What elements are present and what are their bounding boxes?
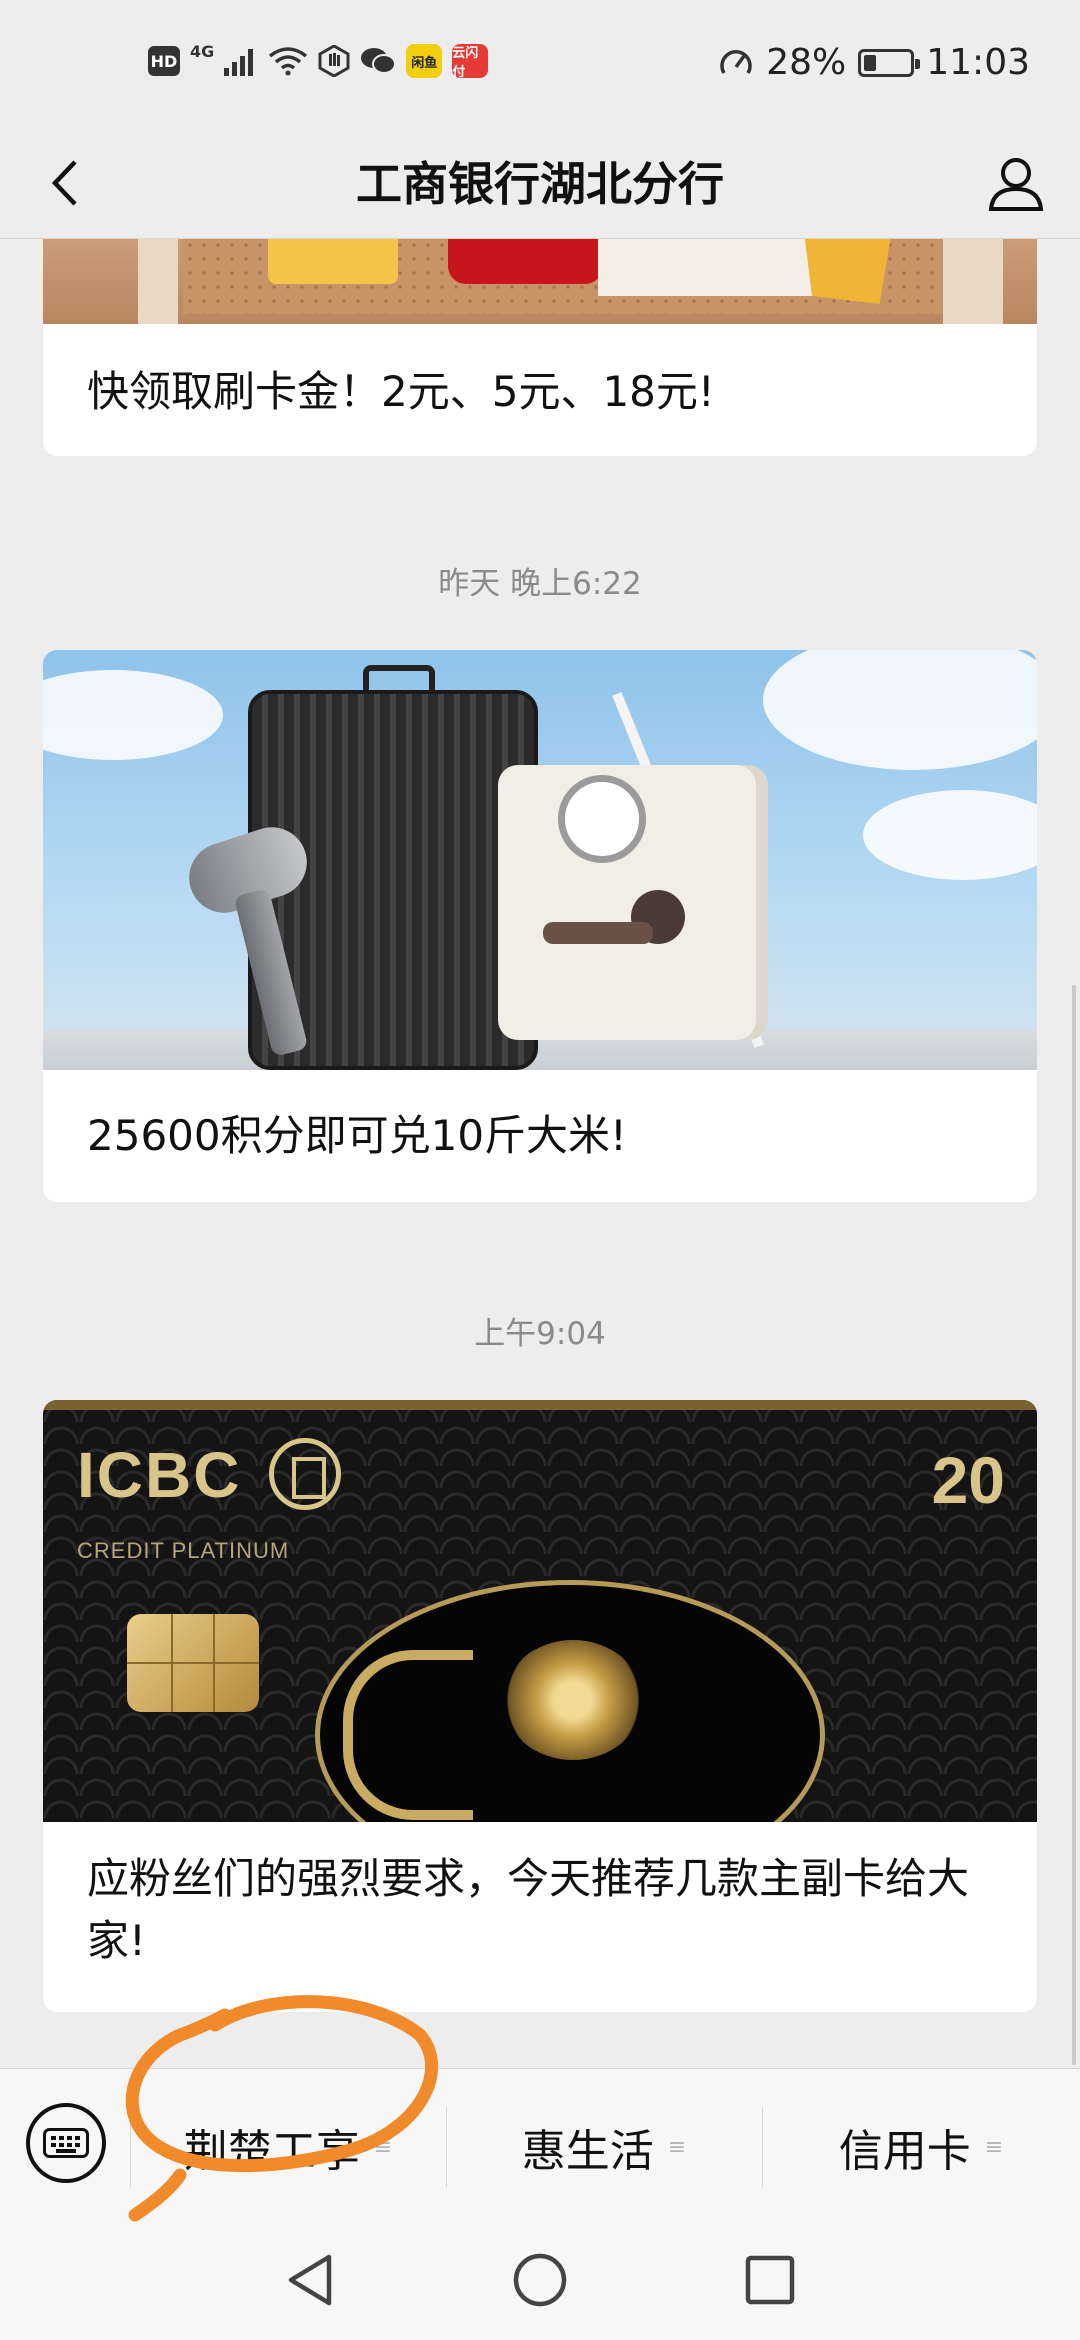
message-timestamp: 昨天 晚上6:22: [438, 566, 642, 602]
status-bar: HD 4G 闲鱼 云闪付 28% 11:03: [0, 0, 1080, 130]
nav-recents-button[interactable]: [730, 2244, 810, 2316]
person-icon: [988, 158, 1044, 211]
status-left: HD 4G 闲鱼 云闪付: [148, 41, 489, 80]
official-account-menu: 荆楚工享 ≡ 惠生活 ≡ 信用卡 ≡: [0, 2068, 1080, 2225]
menu-item-label: 信用卡: [838, 2126, 971, 2177]
article-image: [43, 650, 1037, 1070]
app-badge-unionpay: 云闪付: [452, 44, 489, 80]
back-button[interactable]: [30, 148, 100, 218]
battery-charging-icon: [858, 48, 921, 77]
peony-emblem-icon: [503, 1640, 643, 1760]
nav-back-button[interactable]: [270, 2244, 350, 2316]
chat-header: 工商银行湖北分行: [0, 130, 1080, 239]
card-chip-icon: [127, 1614, 259, 1712]
menu-item-label: 惠生活: [521, 2126, 654, 2177]
submenu-lines-icon: ≡: [984, 2134, 1004, 2160]
wifi-icon: [269, 47, 308, 76]
wechat-icon: [361, 48, 397, 74]
menu-item-credit-card[interactable]: 信用卡 ≡: [762, 2069, 1080, 2225]
status-right: 28% 11:03: [718, 42, 1030, 83]
card-tier-text: CREDIT PLATINUM: [77, 1538, 290, 1563]
submenu-lines-icon: ≡: [373, 2134, 393, 2160]
app-badge-xianyu: 闲鱼: [406, 44, 443, 78]
menu-item-label: 荆楚工享: [183, 2126, 360, 2177]
signal-icon: [224, 49, 254, 76]
menu-item-life[interactable]: 惠生活 ≡: [446, 2069, 762, 2225]
message-feed[interactable]: 快领取刷卡金！2元、5元、18元! 昨天 晚上6:22 25600积分即可兑10…: [0, 238, 1080, 2068]
article-title: 应粉丝们的强烈要求，今天推荐几款主副卡给大家!: [87, 1854, 970, 1965]
speedometer-icon: [720, 49, 752, 74]
article-image: ICBC CREDIT PLATINUM 20: [43, 1400, 1037, 1822]
network-label: 4G: [190, 41, 215, 61]
article-title: 快领取刷卡金！2元、5元、18元!: [87, 367, 715, 416]
card-brand-text: ICBC: [77, 1439, 242, 1511]
hand-icon: [318, 45, 350, 77]
battery-percent: 28%: [766, 42, 847, 83]
message-timestamp: 上午9:04: [474, 1316, 606, 1352]
nav-home-button[interactable]: [500, 2244, 580, 2316]
scrollbar[interactable]: [1072, 985, 1076, 2065]
article-card[interactable]: 快领取刷卡金！2元、5元、18元!: [43, 238, 1037, 456]
clock: 11:03: [926, 42, 1030, 83]
keyboard-icon: [43, 2128, 89, 2158]
anniversary-badge: 20: [931, 1443, 1005, 1517]
profile-button[interactable]: [978, 146, 1054, 222]
keyboard-toggle-button[interactable]: [26, 2103, 106, 2183]
icbc-logo-icon: [269, 1438, 341, 1510]
system-nav-bar: [0, 2224, 1080, 2340]
chevron-left-icon: [51, 160, 77, 206]
home-circle-icon: [513, 2253, 567, 2307]
article-card[interactable]: ICBC CREDIT PLATINUM 20 应粉丝们的强烈要求，今天推荐几款…: [43, 1400, 1037, 2012]
submenu-lines-icon: ≡: [667, 2134, 687, 2160]
article-image: [43, 238, 1037, 324]
hd-badge: HD: [148, 46, 180, 76]
battery-level: [864, 54, 877, 71]
back-triangle-icon: [288, 2254, 332, 2306]
menu-item-jingchu[interactable]: 荆楚工享 ≡: [130, 2069, 446, 2225]
recents-square-icon: [745, 2255, 795, 2305]
article-title: 25600积分即可兑10斤大米!: [87, 1111, 627, 1160]
article-card[interactable]: 25600积分即可兑10斤大米!: [43, 650, 1037, 1202]
page-title: 工商银行湖北分行: [356, 157, 724, 211]
